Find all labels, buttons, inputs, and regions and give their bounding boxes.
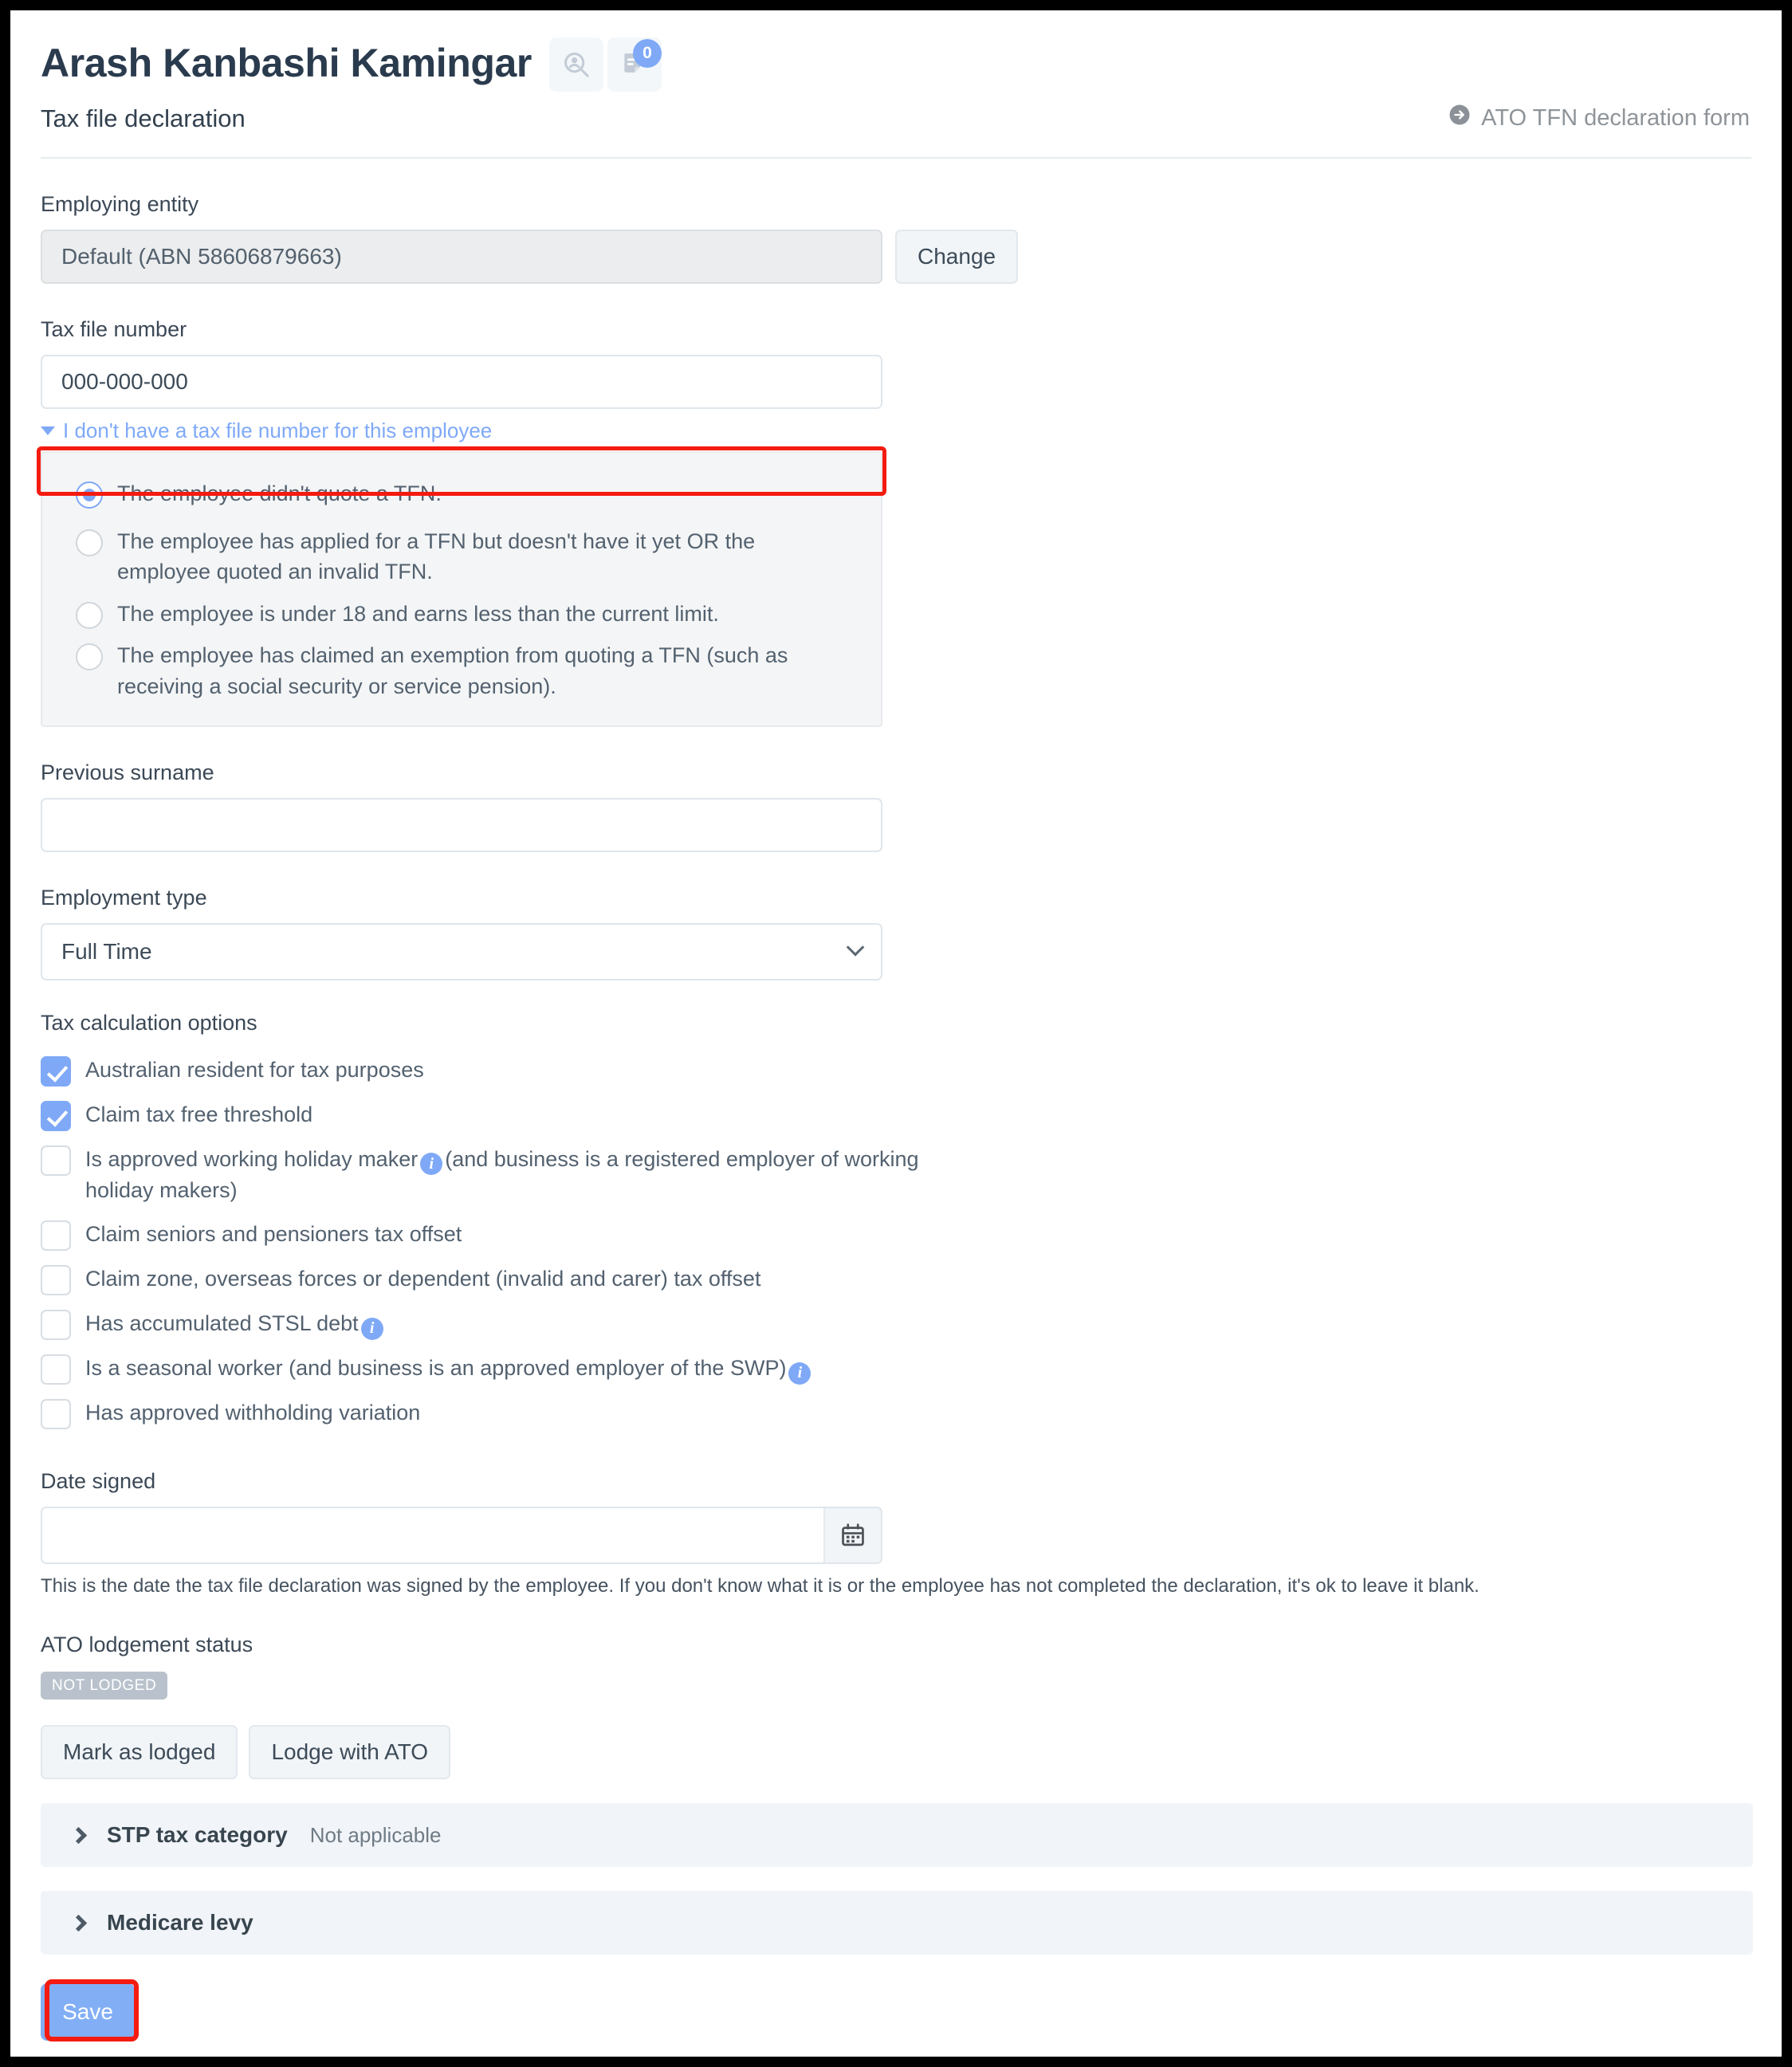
page-title: Tax file declaration	[41, 104, 246, 132]
checkbox-row-claim-tax-free-threshold[interactable]: Claim tax free threshold	[41, 1093, 1751, 1138]
radio-icon[interactable]	[76, 643, 103, 671]
calendar-icon[interactable]	[823, 1508, 881, 1563]
checkbox-icon-checked[interactable]	[41, 1100, 71, 1131]
tax-calculation-options-group: Australian resident for tax purposes Cla…	[41, 1048, 1751, 1436]
checkbox-label: Claim tax free threshold	[85, 1102, 313, 1126]
employing-entity-row: Default (ABN 58606879663) Change	[41, 230, 1751, 284]
checkbox-row-australian-resident[interactable]: Australian resident for tax purposes	[41, 1048, 1751, 1093]
lodge-with-ato-button[interactable]: Lodge with ATO	[249, 1725, 451, 1780]
employee-name: Arash Kanbashi Kamingar	[41, 40, 532, 85]
radio-icon[interactable]	[76, 601, 103, 629]
accordion-title: STP tax category	[107, 1822, 288, 1848]
chevron-right-icon	[69, 1914, 88, 1931]
checkbox-label: Is approved working holiday maker i (and b…	[85, 1144, 946, 1207]
tfn-option-label: The employee has applied for a TFN but d…	[117, 529, 756, 584]
checkbox-row-withholding-variation[interactable]: Has approved withholding variation	[41, 1391, 1751, 1436]
tfn-option-label: The employee is under 18 and earns less …	[117, 601, 719, 626]
chevron-right-icon	[69, 1826, 88, 1844]
checkbox-label: Has accumulated STSL debt i	[85, 1308, 386, 1340]
previous-surname-input[interactable]	[41, 797, 882, 852]
tfn-exemption-panel-wrap: The employee didn't quote a TFN. The emp…	[37, 446, 1751, 727]
date-signed-label: Date signed	[41, 1469, 156, 1494]
status-badge: NOT LODGED	[41, 1672, 168, 1700]
checkbox-row-stsl-debt[interactable]: Has accumulated STSL debt i	[41, 1302, 1751, 1346]
save-button[interactable]: Save	[41, 1983, 135, 2041]
date-signed-input[interactable]	[42, 1508, 823, 1563]
checkbox-label-part1: Is a seasonal worker (and business is an…	[85, 1356, 787, 1381]
checkbox-row-seniors-pensioners-offset[interactable]: Claim seniors and pensioners tax offset	[41, 1212, 1751, 1257]
checkbox-label: Claim zone, overseas forces or dependent…	[85, 1267, 761, 1291]
employment-type-value: Full Time	[61, 938, 152, 964]
tax-file-number-input[interactable]: 000-000-000	[41, 355, 882, 409]
subtitle-row: Tax file declaration ATO TFN declaration…	[41, 103, 1751, 133]
employment-type-select[interactable]: Full Time	[41, 922, 882, 980]
info-icon[interactable]: i	[788, 1362, 812, 1385]
tfn-option-didnt-quote[interactable]: The employee didn't quote a TFN.	[42, 467, 881, 521]
checkbox-icon[interactable]	[41, 1145, 71, 1176]
info-icon[interactable]: i	[360, 1317, 383, 1340]
notes-badge: 0	[632, 39, 662, 68]
tax-file-number-label: Tax file number	[41, 317, 187, 341]
accordion-stp-tax-category[interactable]: STP tax category Not applicable	[41, 1803, 1753, 1868]
accordion-value: Not applicable	[309, 1822, 442, 1847]
ato-lodgement-status-label: ATO lodgement status	[41, 1633, 253, 1657]
checkbox-icon[interactable]	[41, 1399, 71, 1430]
checkbox-label: Is a seasonal worker (and business is an…	[85, 1353, 813, 1385]
checkbox-icon[interactable]	[41, 1220, 71, 1252]
checkbox-row-seasonal-worker[interactable]: Is a seasonal worker (and business is an…	[41, 1346, 1751, 1391]
page-header: Arash Kanbashi Kamingar 0	[41, 34, 1751, 92]
app-page: Arash Kanbashi Kamingar 0 Tax file decla…	[10, 10, 1782, 2057]
checkbox-row-zone-overseas-dependent-offset[interactable]: Claim zone, overseas forces or dependent…	[41, 1257, 1751, 1302]
person-search-icon[interactable]	[548, 37, 603, 92]
chevron-down-icon	[846, 937, 865, 957]
checkbox-label: Has approved withholding variation	[85, 1401, 421, 1425]
header-divider	[41, 157, 1751, 159]
checkbox-icon-checked[interactable]	[41, 1055, 71, 1087]
accordion-medicare-levy[interactable]: Medicare levy	[41, 1891, 1753, 1955]
previous-surname-label: Previous surname	[41, 760, 214, 784]
radio-icon[interactable]	[76, 529, 103, 556]
employing-entity-value: Default (ABN 58606879663)	[41, 230, 882, 284]
save-button-wrap: Save	[41, 1979, 140, 2042]
arrow-circle-right-icon	[1448, 103, 1472, 133]
accordion-title: Medicare levy	[107, 1910, 253, 1935]
header-icon-group: 0	[548, 37, 662, 92]
date-signed-field	[41, 1507, 882, 1565]
mark-as-lodged-button[interactable]: Mark as lodged	[41, 1725, 238, 1780]
checkbox-label-part1: Is approved working holiday maker	[85, 1146, 419, 1171]
checkbox-icon[interactable]	[41, 1265, 71, 1296]
employing-entity-label: Employing entity	[41, 192, 199, 216]
date-signed-helper-text: This is the date the tax file declaratio…	[41, 1575, 1480, 1597]
checkbox-row-working-holiday-maker[interactable]: Is approved working holiday maker i (and b…	[41, 1138, 1751, 1213]
checkbox-icon[interactable]	[41, 1310, 71, 1341]
ato-tfn-declaration-form-link[interactable]: ATO TFN declaration form	[1448, 103, 1750, 133]
tfn-option-label: The employee didn't quote a TFN.	[117, 481, 442, 505]
ato-link-label: ATO TFN declaration form	[1481, 104, 1750, 131]
checkbox-label: Claim seniors and pensioners tax offset	[85, 1222, 462, 1247]
tfn-option-applied-or-invalid[interactable]: The employee has applied for a TFN but d…	[42, 521, 881, 593]
no-tfn-disclosure-toggle[interactable]: I don't have a tax file number for this …	[41, 419, 1751, 443]
tfn-exemption-radio-group: The employee didn't quote a TFN. The emp…	[41, 451, 882, 727]
tfn-option-label: The employee has claimed an exemption fr…	[117, 643, 788, 699]
tfn-option-under-18[interactable]: The employee is under 18 and earns less …	[42, 593, 881, 635]
change-entity-button[interactable]: Change	[895, 230, 1019, 284]
chevron-down-icon	[41, 426, 55, 435]
info-icon[interactable]: i	[420, 1153, 443, 1176]
lodgement-button-row: Mark as lodged Lodge with ATO	[41, 1725, 1751, 1780]
tax-calculation-options-label: Tax calculation options	[41, 1010, 257, 1035]
checkbox-label: Australian resident for tax purposes	[85, 1057, 424, 1082]
notes-document-icon[interactable]: 0	[607, 37, 662, 92]
no-tfn-disclosure-label: I don't have a tax file number for this …	[63, 419, 493, 442]
tfn-option-exemption[interactable]: The employee has claimed an exemption fr…	[42, 635, 881, 707]
checkbox-icon[interactable]	[41, 1354, 71, 1385]
checkbox-label-part1: Has accumulated STSL debt	[85, 1311, 359, 1336]
radio-icon-selected[interactable]	[76, 481, 103, 509]
employment-type-label: Employment type	[41, 885, 207, 910]
